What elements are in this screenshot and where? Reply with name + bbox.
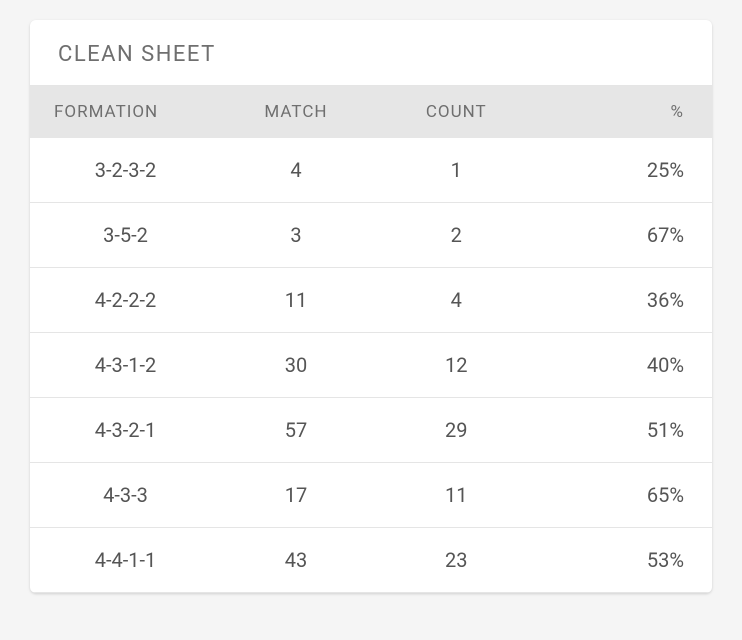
table-row: 4-3-3171165% <box>30 463 712 528</box>
cell-percent: 51% <box>541 398 712 463</box>
cell-match: 3 <box>221 203 371 268</box>
cell-formation: 4-3-1-2 <box>30 333 221 398</box>
table-row: 4-3-2-1572951% <box>30 398 712 463</box>
cell-match: 17 <box>221 463 371 528</box>
column-header-match: MATCH <box>221 86 371 138</box>
cell-match: 4 <box>221 138 371 203</box>
column-header-formation: FORMATION <box>30 86 221 138</box>
cell-percent: 65% <box>541 463 712 528</box>
cell-match: 30 <box>221 333 371 398</box>
table-row: 3-5-23267% <box>30 203 712 268</box>
cell-formation: 3-5-2 <box>30 203 221 268</box>
clean-sheet-table: FORMATION MATCH COUNT % 3-2-3-24125%3-5-… <box>30 86 712 593</box>
cell-match: 43 <box>221 528 371 593</box>
cell-count: 2 <box>371 203 542 268</box>
table-row: 4-4-1-1432353% <box>30 528 712 593</box>
cell-percent: 25% <box>541 138 712 203</box>
table-row: 4-2-2-211436% <box>30 268 712 333</box>
cell-count: 29 <box>371 398 542 463</box>
cell-formation: 4-3-2-1 <box>30 398 221 463</box>
cell-formation: 4-4-1-1 <box>30 528 221 593</box>
cell-count: 11 <box>371 463 542 528</box>
cell-percent: 53% <box>541 528 712 593</box>
cell-percent: 40% <box>541 333 712 398</box>
cell-count: 12 <box>371 333 542 398</box>
table-header-row: FORMATION MATCH COUNT % <box>30 86 712 138</box>
column-header-count: COUNT <box>371 86 542 138</box>
cell-count: 23 <box>371 528 542 593</box>
cell-count: 4 <box>371 268 542 333</box>
column-header-percent: % <box>541 86 712 138</box>
table-row: 3-2-3-24125% <box>30 138 712 203</box>
table-row: 4-3-1-2301240% <box>30 333 712 398</box>
cell-formation: 3-2-3-2 <box>30 138 221 203</box>
table-body: 3-2-3-24125%3-5-23267%4-2-2-211436%4-3-1… <box>30 138 712 593</box>
cell-match: 57 <box>221 398 371 463</box>
cell-percent: 67% <box>541 203 712 268</box>
cell-formation: 4-2-2-2 <box>30 268 221 333</box>
clean-sheet-card: CLEAN SHEET FORMATION MATCH COUNT % 3-2-… <box>30 20 712 593</box>
cell-count: 1 <box>371 138 542 203</box>
card-title: CLEAN SHEET <box>30 20 712 86</box>
cell-match: 11 <box>221 268 371 333</box>
cell-percent: 36% <box>541 268 712 333</box>
cell-formation: 4-3-3 <box>30 463 221 528</box>
